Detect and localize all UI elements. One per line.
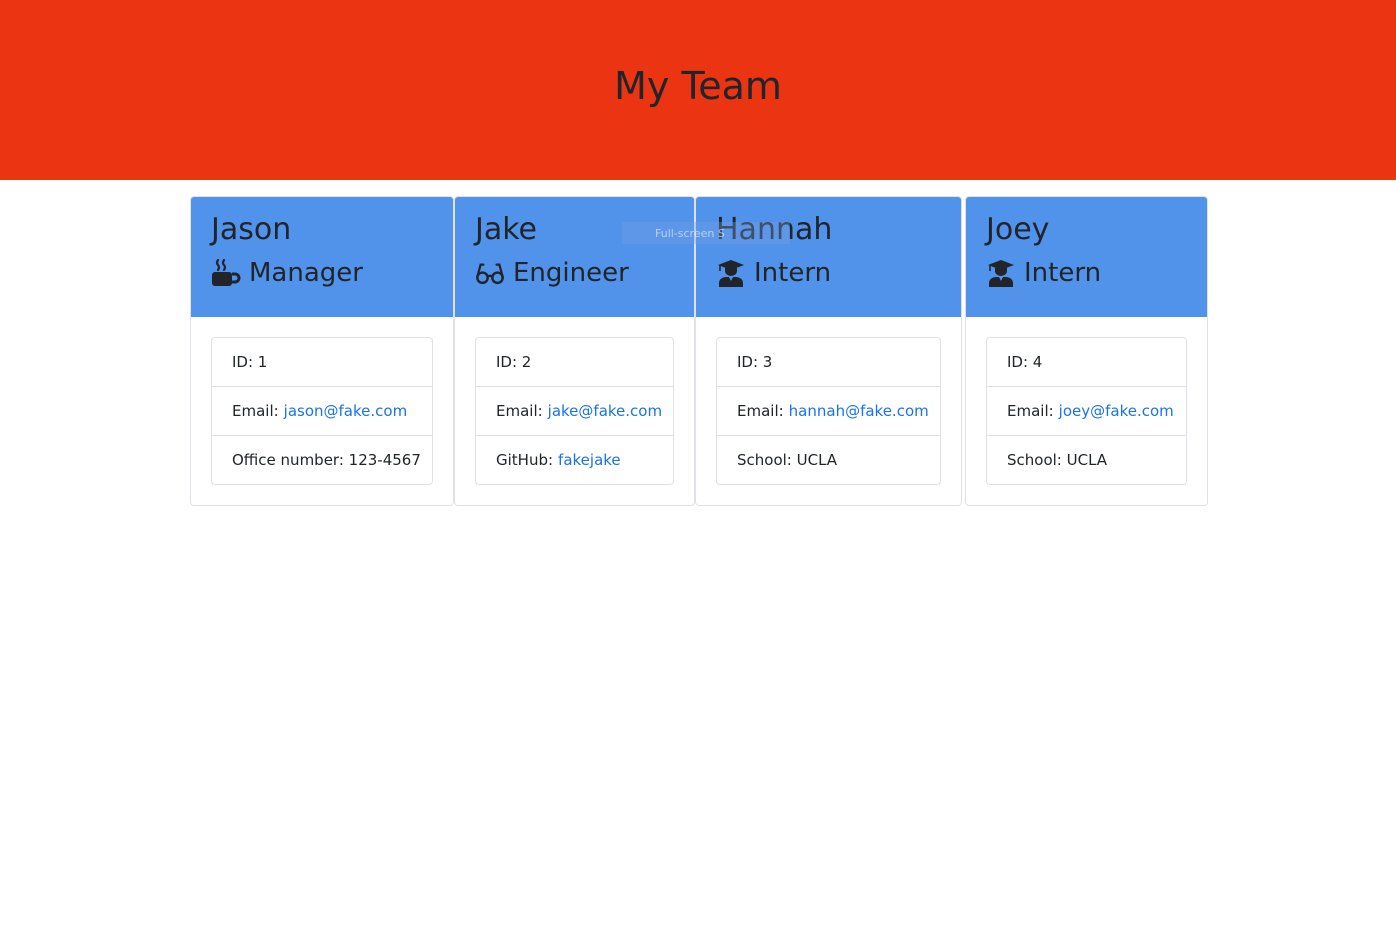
- card-header: Jason Manager: [191, 197, 453, 317]
- email-label: Email:: [1007, 402, 1054, 420]
- email-item: Email: jake@fake.com: [476, 387, 673, 436]
- info-list: ID: 4 Email: joey@fake.com School: UCLA: [986, 337, 1187, 485]
- school-label: School: UCLA: [737, 451, 838, 469]
- id-label: ID: 3: [737, 353, 773, 371]
- email-link[interactable]: jason@fake.com: [284, 402, 408, 420]
- card-header: Joey Intern: [966, 197, 1207, 317]
- office-number-label: Office number: 123-4567: [232, 451, 421, 469]
- info-list: ID: 2 Email: jake@fake.com GitHub: fakej…: [475, 337, 674, 485]
- email-item: Email: hannah@fake.com: [717, 387, 940, 436]
- info-list: ID: 1 Email: jason@fake.com Office numbe…: [211, 337, 433, 485]
- email-item: Email: jason@fake.com: [212, 387, 432, 436]
- employee-name: Jason: [211, 212, 292, 247]
- id-item: ID: 3: [717, 338, 940, 387]
- employee-card-jason: Jason Manager ID: 1 Email: jason@fake.co…: [190, 196, 454, 506]
- github-link[interactable]: fakejake: [558, 451, 621, 469]
- email-link[interactable]: hannah@fake.com: [789, 402, 929, 420]
- email-link[interactable]: joey@fake.com: [1059, 402, 1174, 420]
- email-link[interactable]: jake@fake.com: [548, 402, 662, 420]
- graduate-icon: [718, 260, 744, 287]
- id-label: ID: 4: [1007, 353, 1043, 371]
- employee-role: Engineer: [475, 257, 674, 289]
- role-label: Manager: [249, 258, 363, 288]
- email-label: Email:: [496, 402, 543, 420]
- github-item: GitHub: fakejake: [476, 436, 673, 484]
- school-label: School: UCLA: [1007, 451, 1108, 469]
- email-item: Email: joey@fake.com: [987, 387, 1186, 436]
- id-item: ID: 1: [212, 338, 432, 387]
- id-item: ID: 2: [476, 338, 673, 387]
- id-label: ID: 1: [232, 353, 268, 371]
- card-header: Jake Engineer: [455, 197, 694, 317]
- role-label: Engineer: [513, 258, 629, 288]
- page-title: My Team: [614, 64, 782, 108]
- employee-name: Joey: [986, 212, 1050, 247]
- id-item: ID: 4: [987, 338, 1186, 387]
- page-header: My Team: [0, 0, 1396, 180]
- github-label: GitHub:: [496, 451, 554, 469]
- email-label: Email:: [232, 402, 279, 420]
- id-label: ID: 2: [496, 353, 532, 371]
- role-label: Intern: [1024, 258, 1102, 288]
- school-item: School: UCLA: [987, 436, 1186, 484]
- coffee-icon: [212, 259, 241, 286]
- employee-card-joey: Joey Intern ID: 4 Email: joey@fake.com S…: [965, 196, 1208, 506]
- fullscreen-tooltip: Full-screen S: [622, 222, 790, 244]
- card-header: Hannah Intern: [696, 197, 961, 317]
- info-list: ID: 3 Email: hannah@fake.com School: UCL…: [716, 337, 941, 485]
- employee-role: Manager: [211, 257, 433, 289]
- employee-role: Intern: [986, 257, 1187, 289]
- school-item: School: UCLA: [717, 436, 940, 484]
- email-label: Email:: [737, 402, 784, 420]
- role-label: Intern: [754, 258, 832, 288]
- office-number-item: Office number: 123-4567: [212, 436, 432, 484]
- employee-role: Intern: [716, 257, 941, 289]
- graduate-icon: [988, 260, 1014, 287]
- glasses-icon: [476, 263, 504, 285]
